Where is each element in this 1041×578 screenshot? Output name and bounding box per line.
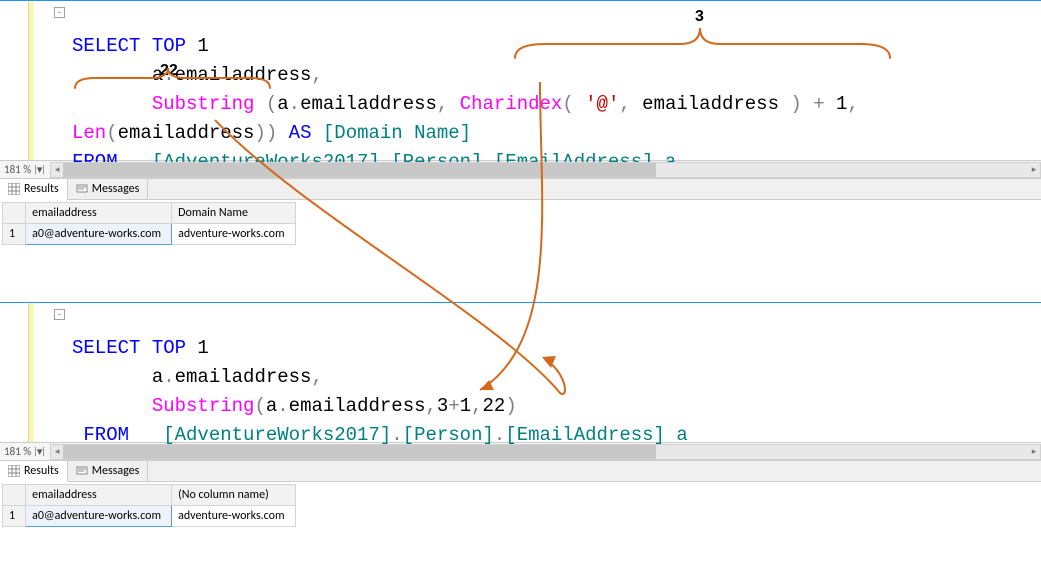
table-header-row: emailaddress (No column name) — [3, 485, 296, 506]
results-grid-bottom: emailaddress (No column name) 1 a0@adven… — [0, 484, 1041, 564]
col-emailaddress: emailaddress — [175, 64, 312, 86]
str-at: '@' — [574, 93, 620, 115]
scroll-left-icon[interactable]: ◂ — [51, 163, 63, 177]
editor-gutter — [0, 303, 38, 442]
horizontal-scrollbar[interactable]: ◂ ▸ — [50, 444, 1041, 460]
cell-value[interactable]: adventure-works.com — [172, 506, 295, 527]
horizontal-scrollbar[interactable]: ◂ ▸ — [50, 162, 1041, 178]
collapse-toggle[interactable]: - — [54, 7, 65, 18]
fn-charindex: Charindex — [448, 93, 562, 115]
table-row[interactable]: 1 a0@adventure-works.com adventure-works… — [3, 506, 296, 527]
sql-editor-bottom: - SELECT TOP 1 a.emailaddress, Substring… — [0, 302, 1041, 442]
scroll-right-icon[interactable]: ▸ — [1028, 163, 1040, 177]
kw-select: SELECT — [72, 35, 140, 57]
table-row[interactable]: 1 a0@adventure-works.com adventure-works… — [3, 224, 296, 245]
alias-domain-name: [Domain Name] — [311, 122, 471, 144]
row-header-blank[interactable] — [3, 485, 26, 506]
scroll-thumb[interactable] — [63, 445, 656, 459]
fn-len: Len — [72, 122, 106, 144]
kw-select: SELECT — [72, 337, 140, 359]
collapse-toggle[interactable]: - — [54, 309, 65, 320]
editor-gutter — [0, 1, 38, 160]
cell-emailaddress[interactable]: a0@adventure-works.com — [26, 506, 172, 527]
kw-as: AS — [277, 122, 311, 144]
literal-1: 1 — [186, 35, 209, 57]
code-area-top[interactable]: SELECT TOP 1 a.emailaddress, Substring (… — [0, 1, 1041, 212]
zoom-bar-bottom: 181 % ▾ ◂ ▸ — [0, 442, 1041, 460]
literal-22: 22 — [483, 395, 506, 417]
fn-substring: Substring — [152, 93, 266, 115]
cell-domain-name[interactable]: adventure-works.com — [172, 224, 295, 245]
sql-editor-top: - SELECT TOP 1 a.emailaddress, Substring… — [0, 0, 1041, 160]
col-emailaddress[interactable]: emailaddress — [26, 485, 172, 506]
scroll-thumb[interactable] — [63, 163, 656, 177]
kw-top: TOP — [140, 35, 186, 57]
results-grid-top: emailaddress Domain Name 1 a0@adventure-… — [0, 202, 1041, 282]
scroll-left-icon[interactable]: ◂ — [51, 445, 63, 459]
fn-substring: Substring — [152, 395, 255, 417]
results-table[interactable]: emailaddress (No column name) 1 a0@adven… — [2, 484, 296, 527]
literal-3: 3 — [437, 395, 448, 417]
scroll-right-icon[interactable]: ▸ — [1028, 445, 1040, 459]
row-number[interactable]: 1 — [3, 224, 26, 245]
col-no-column-name[interactable]: (No column name) — [172, 485, 295, 506]
alias-a: a — [72, 64, 163, 86]
row-number[interactable]: 1 — [3, 506, 26, 527]
kw-top: TOP — [140, 337, 186, 359]
zoom-bar-top: 181 % ▾ ◂ ▸ — [0, 160, 1041, 178]
cell-emailaddress[interactable]: a0@adventure-works.com — [26, 224, 172, 245]
